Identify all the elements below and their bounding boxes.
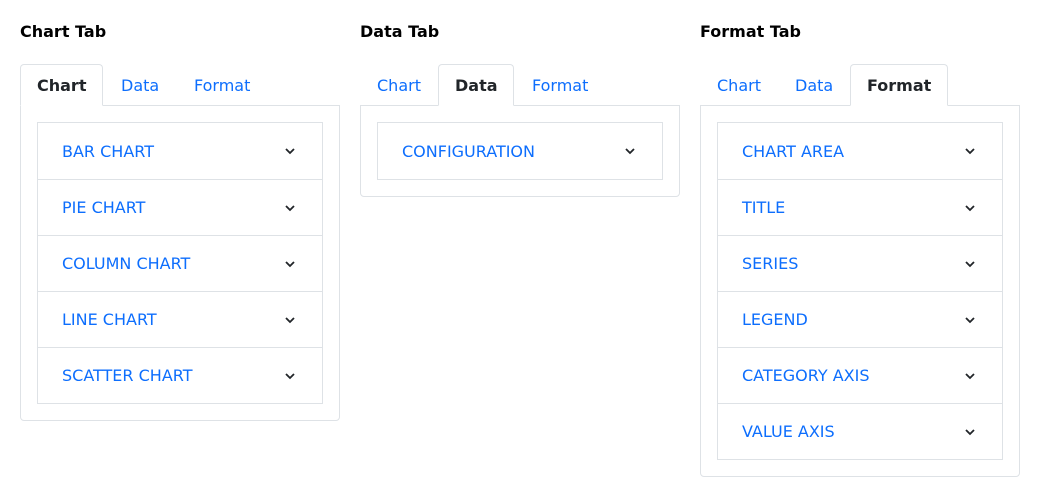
chevron-down-icon <box>965 372 975 379</box>
tab-format[interactable]: Format <box>850 64 948 106</box>
chevron-down-icon <box>965 148 975 155</box>
accordion-item-label: CONFIGURATION <box>402 141 535 161</box>
panel-title: Chart Tab <box>20 22 107 41</box>
tab-chart[interactable]: Chart <box>700 64 778 106</box>
accordion-item-label: SCATTER CHART <box>62 366 193 385</box>
accordion-item-chart-area[interactable]: CHART AREA <box>718 123 1002 179</box>
chevron-down-icon <box>625 148 635 155</box>
accordion-item-configuration[interactable]: CONFIGURATION <box>378 123 662 179</box>
chevron-down-icon <box>285 148 295 155</box>
tab-bar: Chart Data Format <box>360 64 680 106</box>
tab-chart[interactable]: Chart <box>20 64 103 106</box>
accordion-item-label: LEGEND <box>742 310 808 329</box>
tab-bar: Chart Data Format <box>20 64 340 106</box>
chevron-down-icon <box>965 204 975 211</box>
accordion: BAR CHART PIE CHART COLUMN CHART LINE CH… <box>37 122 323 404</box>
chevron-down-icon <box>285 372 295 379</box>
accordion-item-label: TITLE <box>742 198 786 217</box>
chevron-down-icon <box>285 260 295 267</box>
accordion-item-pie-chart[interactable]: PIE CHART <box>38 179 322 235</box>
accordion-item-title[interactable]: TITLE <box>718 179 1002 235</box>
accordion-item-bar-chart[interactable]: BAR CHART <box>38 123 322 179</box>
tab-content: CONFIGURATION <box>360 105 680 197</box>
tab-data[interactable]: Data <box>438 64 514 106</box>
accordion-item-label: VALUE AXIS <box>742 422 835 441</box>
accordion-item-category-axis[interactable]: CATEGORY AXIS <box>718 347 1002 403</box>
chevron-down-icon <box>965 260 975 267</box>
accordion: CHART AREA TITLE SERIES LEGEND CATEGORY … <box>717 122 1003 460</box>
chevron-down-icon <box>965 428 975 435</box>
accordion-item-label: SERIES <box>742 254 799 273</box>
chevron-down-icon <box>285 316 295 323</box>
chevron-down-icon <box>285 204 295 211</box>
accordion-item-label: BAR CHART <box>62 141 154 161</box>
tab-format[interactable]: Format <box>515 64 605 106</box>
accordion-item-series[interactable]: SERIES <box>718 235 1002 291</box>
accordion-item-label: LINE CHART <box>62 310 157 329</box>
tab-chart[interactable]: Chart <box>360 64 438 106</box>
accordion: CONFIGURATION <box>377 122 663 180</box>
tab-data[interactable]: Data <box>104 64 176 106</box>
tab-content: BAR CHART PIE CHART COLUMN CHART LINE CH… <box>20 105 340 421</box>
accordion-item-legend[interactable]: LEGEND <box>718 291 1002 347</box>
accordion-item-line-chart[interactable]: LINE CHART <box>38 291 322 347</box>
panel-title: Format Tab <box>700 22 801 41</box>
accordion-item-label: CATEGORY AXIS <box>742 366 870 385</box>
tab-data[interactable]: Data <box>778 64 850 106</box>
accordion-item-scatter-chart[interactable]: SCATTER CHART <box>38 347 322 403</box>
accordion-item-label: PIE CHART <box>62 198 146 217</box>
accordion-item-label: COLUMN CHART <box>62 254 191 273</box>
panel-title: Data Tab <box>360 22 440 41</box>
accordion-item-column-chart[interactable]: COLUMN CHART <box>38 235 322 291</box>
accordion-item-value-axis[interactable]: VALUE AXIS <box>718 403 1002 459</box>
accordion-item-label: CHART AREA <box>742 141 845 161</box>
chevron-down-icon <box>965 316 975 323</box>
tab-content: CHART AREA TITLE SERIES LEGEND CATEGORY … <box>700 105 1020 477</box>
tab-format[interactable]: Format <box>177 64 267 106</box>
tab-bar: Chart Data Format <box>700 64 1020 106</box>
